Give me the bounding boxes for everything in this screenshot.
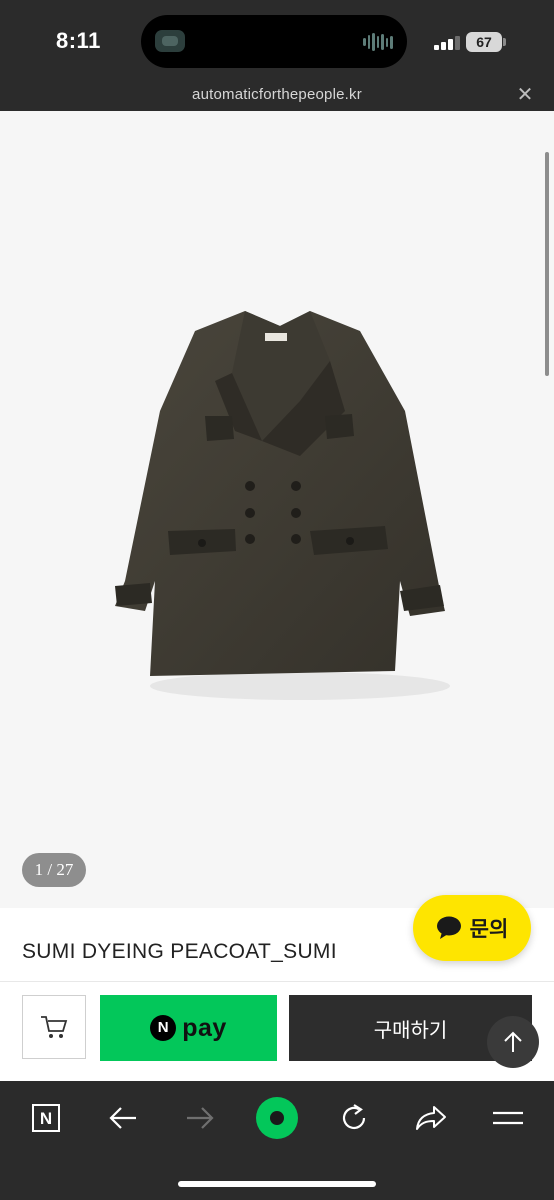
peacoat-image <box>115 311 450 700</box>
share-icon <box>416 1106 446 1130</box>
status-time: 8:11 <box>56 28 101 53</box>
naver-pay-logo: N <box>150 1015 177 1041</box>
signal-icon <box>434 34 460 50</box>
image-counter: 1 / 27 <box>22 853 86 887</box>
naver-home-button[interactable]: N <box>24 1096 68 1140</box>
dynamic-island <box>141 15 407 68</box>
menu-icon <box>493 1111 523 1125</box>
inquiry-button[interactable]: 문의 <box>413 895 531 961</box>
audio-wave-icon <box>363 32 394 52</box>
url-label[interactable]: automaticforthepeople.kr <box>0 86 554 103</box>
share-button[interactable] <box>409 1096 453 1140</box>
cart-button[interactable] <box>22 995 86 1059</box>
back-arrow-icon <box>109 1107 136 1129</box>
buy-button-label: 구매하기 <box>373 1019 448 1042</box>
scroll-to-top-button[interactable] <box>487 1016 539 1068</box>
chat-bubble-icon <box>436 916 461 939</box>
battery-nub <box>503 38 506 46</box>
product-title: SUMI DYEING PEACOAT_SUMI <box>22 940 337 963</box>
naver-pay-button[interactable]: N pay <box>100 995 277 1061</box>
naver-pay-label: pay <box>182 1013 227 1042</box>
page-scrollbar[interactable] <box>545 152 549 376</box>
arrow-up-icon <box>504 1031 522 1052</box>
home-indicator[interactable] <box>178 1181 376 1187</box>
naver-home-icon: N <box>32 1104 60 1132</box>
menu-button[interactable] <box>486 1096 530 1140</box>
battery-indicator: 67 <box>466 32 502 52</box>
forward-arrow-icon <box>187 1107 214 1129</box>
refresh-button[interactable] <box>332 1096 376 1140</box>
back-button[interactable] <box>101 1096 145 1140</box>
product-image[interactable] <box>0 111 554 908</box>
close-icon[interactable]: ✕ <box>512 82 538 108</box>
camera-icon <box>155 30 185 52</box>
cart-icon <box>41 1016 68 1038</box>
top-bar: 8:11 67 automaticforthepeople.kr ✕ <box>0 0 554 111</box>
inquiry-label: 문의 <box>469 918 509 941</box>
green-dot-button[interactable] <box>255 1096 299 1140</box>
green-dot-icon <box>256 1097 298 1139</box>
forward-button[interactable] <box>178 1096 222 1140</box>
refresh-icon <box>342 1104 366 1130</box>
